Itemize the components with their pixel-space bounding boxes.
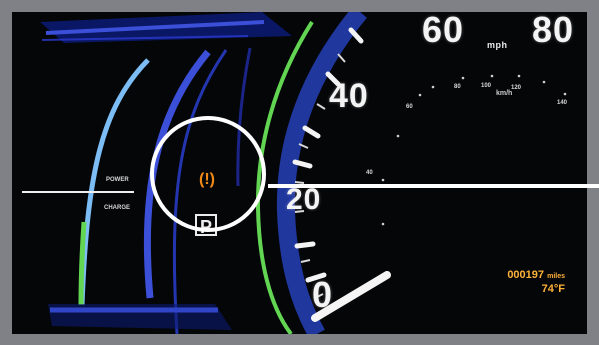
kmh-tick-label-120: 120: [511, 85, 522, 91]
instrument-frame: 0 20 40 60 80 mph km/h 40 60 80 100 120 …: [0, 0, 599, 345]
callout-pointer-line: [268, 184, 599, 188]
kmh-tick-label-60: 60: [406, 104, 413, 110]
odometer-readout: 000197 miles 74°F: [455, 269, 565, 295]
speed-label-20: 20: [286, 183, 322, 216]
kmh-tick-label-100: 100: [481, 83, 492, 89]
power-gauge-callout-line: [22, 191, 134, 193]
kmh-tick-label-80: 80: [454, 84, 461, 90]
warning-icon-callout-circle: [150, 116, 266, 232]
speed-label-60: 60: [422, 12, 465, 50]
kmh-unit-label: km/h: [496, 90, 513, 97]
odometer-value: 000197: [507, 269, 545, 281]
mph-unit-label: mph: [487, 40, 508, 50]
power-gauge-bottom-label: CHARGE: [104, 205, 131, 211]
kmh-tick-label-40: 40: [366, 170, 373, 176]
speed-label-0: 0: [312, 274, 334, 315]
speed-label-40: 40: [329, 77, 369, 115]
odometer-unit: miles: [547, 273, 565, 280]
outside-temperature: 74°F: [541, 283, 565, 295]
power-gauge-arc-green: [78, 221, 87, 306]
kmh-tick-label-140: 140: [557, 100, 568, 106]
power-gauge-top-label: POWER: [106, 177, 129, 183]
speed-label-80: 80: [532, 12, 575, 50]
kmh-ticks: [381, 74, 567, 226]
instrument-cluster-display: 0 20 40 60 80 mph km/h 40 60 80 100 120 …: [12, 12, 587, 334]
